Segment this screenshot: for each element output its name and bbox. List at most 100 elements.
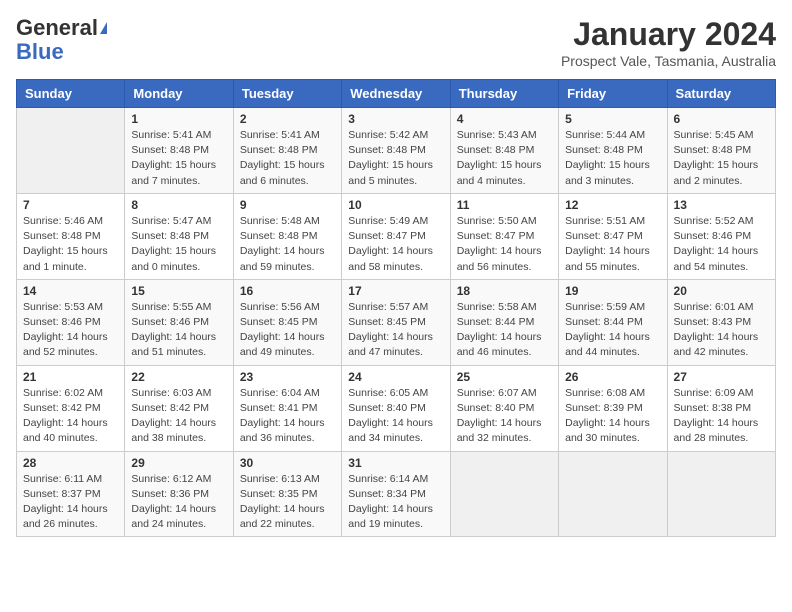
calendar-week-row: 21Sunrise: 6:02 AMSunset: 8:42 PMDayligh… xyxy=(17,365,776,451)
cell-info: Sunrise: 5:45 AMSunset: 8:48 PMDaylight:… xyxy=(674,128,769,189)
calendar-cell: 24Sunrise: 6:05 AMSunset: 8:40 PMDayligh… xyxy=(342,365,450,451)
day-number: 15 xyxy=(131,284,226,298)
cell-info: Sunrise: 5:47 AMSunset: 8:48 PMDaylight:… xyxy=(131,214,226,275)
day-number: 19 xyxy=(565,284,660,298)
calendar-cell: 6 Sunrise: 5:45 AMSunset: 8:48 PMDaylight… xyxy=(667,108,775,194)
cell-info: Sunrise: 5:55 AMSunset: 8:46 PMDaylight:… xyxy=(131,300,226,361)
calendar-cell xyxy=(17,108,125,194)
calendar-cell xyxy=(559,451,667,537)
calendar-cell: 18 Sunrise: 5:58 AMSunset: 8:44 PMDayligh… xyxy=(450,279,558,365)
calendar-cell: 11Sunrise: 5:50 AMSunset: 8:47 PMDayligh… xyxy=(450,193,558,279)
calendar-cell: 26Sunrise: 6:08 AMSunset: 8:39 PMDayligh… xyxy=(559,365,667,451)
day-number: 20 xyxy=(674,284,769,298)
cell-info: Sunrise: 6:05 AMSunset: 8:40 PMDaylight:… xyxy=(348,386,443,447)
calendar-cell: 4Sunrise: 5:43 AMSunset: 8:48 PMDaylight… xyxy=(450,108,558,194)
calendar-table: SundayMondayTuesdayWednesdayThursdayFrid… xyxy=(16,79,776,537)
page-header: General Blue January 2024 Prospect Vale,… xyxy=(16,16,776,69)
day-number: 18 xyxy=(457,284,552,298)
cell-info: Sunrise: 6:12 AMSunset: 8:36 PMDaylight:… xyxy=(131,472,226,533)
cell-info: Sunrise: 5:50 AMSunset: 8:47 PMDaylight:… xyxy=(457,214,552,275)
cell-info: Sunrise: 5:49 AMSunset: 8:47 PMDaylight:… xyxy=(348,214,443,275)
day-number: 25 xyxy=(457,370,552,384)
logo-blue: Blue xyxy=(16,40,64,64)
calendar-cell: 25 Sunrise: 6:07 AMSunset: 8:40 PMDayligh… xyxy=(450,365,558,451)
calendar-cell: 21Sunrise: 6:02 AMSunset: 8:42 PMDayligh… xyxy=(17,365,125,451)
calendar-cell: 22 Sunrise: 6:03 AMSunset: 8:42 PMDayligh… xyxy=(125,365,233,451)
day-number: 1 xyxy=(131,112,226,126)
cell-info: Sunrise: 5:52 AMSunset: 8:46 PMDaylight:… xyxy=(674,214,769,275)
calendar-title: January 2024 xyxy=(561,16,776,53)
cell-info: Sunrise: 5:56 AMSunset: 8:45 PMDaylight:… xyxy=(240,300,335,361)
cell-info: Sunrise: 5:59 AMSunset: 8:44 PMDaylight:… xyxy=(565,300,660,361)
cell-info: Sunrise: 6:04 AMSunset: 8:41 PMDaylight:… xyxy=(240,386,335,447)
calendar-cell xyxy=(450,451,558,537)
cell-info: Sunrise: 5:41 AMSunset: 8:48 PMDaylight:… xyxy=(240,128,335,189)
day-number: 9 xyxy=(240,198,335,212)
day-number: 17 xyxy=(348,284,443,298)
day-number: 8 xyxy=(131,198,226,212)
cell-info: Sunrise: 5:57 AMSunset: 8:45 PMDaylight:… xyxy=(348,300,443,361)
header-friday: Friday xyxy=(559,80,667,108)
calendar-week-row: 28 Sunrise: 6:11 AMSunset: 8:37 PMDayligh… xyxy=(17,451,776,537)
day-number: 10 xyxy=(348,198,443,212)
calendar-cell: 23 Sunrise: 6:04 AMSunset: 8:41 PMDayligh… xyxy=(233,365,341,451)
calendar-week-row: 1 Sunrise: 5:41 AMSunset: 8:48 PMDaylight… xyxy=(17,108,776,194)
cell-info: Sunrise: 5:41 AMSunset: 8:48 PMDaylight:… xyxy=(131,128,226,189)
calendar-cell: 29Sunrise: 6:12 AMSunset: 8:36 PMDayligh… xyxy=(125,451,233,537)
day-number: 21 xyxy=(23,370,118,384)
calendar-cell: 17 Sunrise: 5:57 AMSunset: 8:45 PMDayligh… xyxy=(342,279,450,365)
calendar-cell: 7 Sunrise: 5:46 AMSunset: 8:48 PMDaylight… xyxy=(17,193,125,279)
title-block: January 2024 Prospect Vale, Tasmania, Au… xyxy=(561,16,776,69)
calendar-cell: 3 Sunrise: 5:42 AMSunset: 8:48 PMDaylight… xyxy=(342,108,450,194)
cell-info: Sunrise: 5:43 AMSunset: 8:48 PMDaylight:… xyxy=(457,128,552,189)
calendar-header-row: SundayMondayTuesdayWednesdayThursdayFrid… xyxy=(17,80,776,108)
day-number: 30 xyxy=(240,456,335,470)
day-number: 7 xyxy=(23,198,118,212)
day-number: 23 xyxy=(240,370,335,384)
calendar-cell: 5Sunrise: 5:44 AMSunset: 8:48 PMDaylight… xyxy=(559,108,667,194)
header-monday: Monday xyxy=(125,80,233,108)
calendar-cell: 15 Sunrise: 5:55 AMSunset: 8:46 PMDayligh… xyxy=(125,279,233,365)
calendar-cell: 19 Sunrise: 5:59 AMSunset: 8:44 PMDayligh… xyxy=(559,279,667,365)
cell-info: Sunrise: 6:13 AMSunset: 8:35 PMDaylight:… xyxy=(240,472,335,533)
cell-info: Sunrise: 5:53 AMSunset: 8:46 PMDaylight:… xyxy=(23,300,118,361)
calendar-week-row: 7 Sunrise: 5:46 AMSunset: 8:48 PMDaylight… xyxy=(17,193,776,279)
logo-icon xyxy=(100,22,107,34)
day-number: 16 xyxy=(240,284,335,298)
cell-info: Sunrise: 6:07 AMSunset: 8:40 PMDaylight:… xyxy=(457,386,552,447)
day-number: 2 xyxy=(240,112,335,126)
cell-info: Sunrise: 6:14 AMSunset: 8:34 PMDaylight:… xyxy=(348,472,443,533)
cell-info: Sunrise: 5:46 AMSunset: 8:48 PMDaylight:… xyxy=(23,214,118,275)
calendar-cell: 16 Sunrise: 5:56 AMSunset: 8:45 PMDayligh… xyxy=(233,279,341,365)
cell-info: Sunrise: 6:11 AMSunset: 8:37 PMDaylight:… xyxy=(23,472,118,533)
calendar-cell: 10 Sunrise: 5:49 AMSunset: 8:47 PMDayligh… xyxy=(342,193,450,279)
day-number: 14 xyxy=(23,284,118,298)
calendar-cell: 2 Sunrise: 5:41 AMSunset: 8:48 PMDaylight… xyxy=(233,108,341,194)
day-number: 26 xyxy=(565,370,660,384)
calendar-cell: 14 Sunrise: 5:53 AMSunset: 8:46 PMDayligh… xyxy=(17,279,125,365)
calendar-cell xyxy=(667,451,775,537)
cell-info: Sunrise: 5:42 AMSunset: 8:48 PMDaylight:… xyxy=(348,128,443,189)
header-saturday: Saturday xyxy=(667,80,775,108)
header-tuesday: Tuesday xyxy=(233,80,341,108)
header-wednesday: Wednesday xyxy=(342,80,450,108)
day-number: 13 xyxy=(674,198,769,212)
calendar-cell: 31 Sunrise: 6:14 AMSunset: 8:34 PMDayligh… xyxy=(342,451,450,537)
calendar-cell: 8 Sunrise: 5:47 AMSunset: 8:48 PMDaylight… xyxy=(125,193,233,279)
calendar-week-row: 14 Sunrise: 5:53 AMSunset: 8:46 PMDayligh… xyxy=(17,279,776,365)
cell-info: Sunrise: 6:09 AMSunset: 8:38 PMDaylight:… xyxy=(674,386,769,447)
cell-info: Sunrise: 6:03 AMSunset: 8:42 PMDaylight:… xyxy=(131,386,226,447)
day-number: 22 xyxy=(131,370,226,384)
calendar-cell: 30 Sunrise: 6:13 AMSunset: 8:35 PMDayligh… xyxy=(233,451,341,537)
day-number: 28 xyxy=(23,456,118,470)
cell-info: Sunrise: 5:44 AMSunset: 8:48 PMDaylight:… xyxy=(565,128,660,189)
day-number: 3 xyxy=(348,112,443,126)
day-number: 12 xyxy=(565,198,660,212)
day-number: 6 xyxy=(674,112,769,126)
logo: General Blue xyxy=(16,16,107,64)
cell-info: Sunrise: 5:58 AMSunset: 8:44 PMDaylight:… xyxy=(457,300,552,361)
day-number: 31 xyxy=(348,456,443,470)
header-sunday: Sunday xyxy=(17,80,125,108)
calendar-cell: 12 Sunrise: 5:51 AMSunset: 8:47 PMDayligh… xyxy=(559,193,667,279)
cell-info: Sunrise: 5:51 AMSunset: 8:47 PMDaylight:… xyxy=(565,214,660,275)
